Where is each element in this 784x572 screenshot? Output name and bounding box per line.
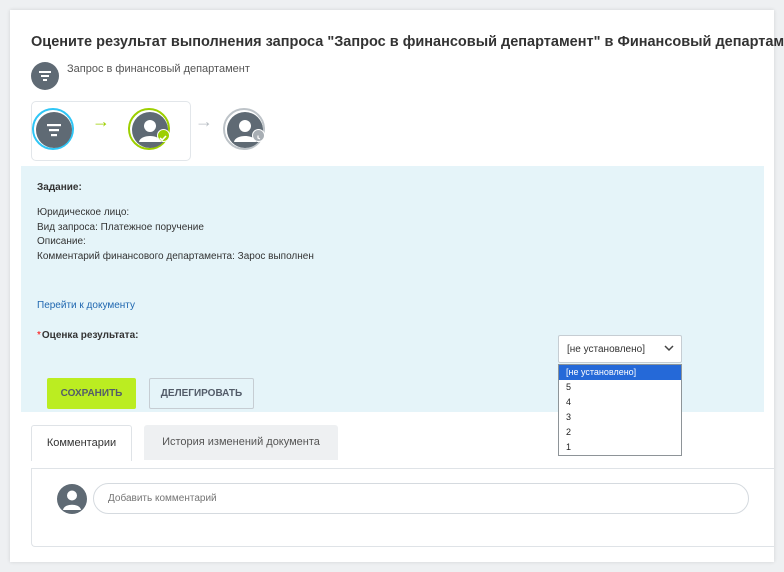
go-to-document-link[interactable]: Перейти к документу: [37, 300, 135, 311]
clock-icon: [252, 129, 265, 142]
task-line: Юридическое лицо:: [37, 207, 130, 218]
rating-option[interactable]: 2: [559, 425, 681, 440]
rating-option[interactable]: 4: [559, 395, 681, 410]
rating-option[interactable]: [не установлено]: [559, 365, 681, 380]
rating-dropdown-list: [не установлено] 5 4 3 2 1: [558, 364, 682, 456]
check-icon: [157, 129, 170, 142]
rating-select-value: [не установлено]: [567, 344, 645, 355]
task-line: Вид запроса: Платежное поручение: [37, 221, 204, 233]
rating-label: *Оценка результата:: [37, 330, 138, 341]
rating-option[interactable]: 3: [559, 410, 681, 425]
arrow-right-icon: →: [92, 111, 110, 131]
task-heading: Задание:: [37, 182, 82, 193]
save-button[interactable]: СОХРАНИТЬ: [47, 378, 136, 409]
avatar: [57, 484, 87, 514]
rating-option[interactable]: 5: [559, 380, 681, 395]
delegate-button[interactable]: ДЕЛЕГИРОВАТЬ: [149, 378, 254, 409]
filter-icon: [31, 62, 59, 90]
route-step-start: [32, 108, 74, 150]
rating-select[interactable]: [не установлено]: [558, 335, 682, 363]
required-mark: *: [37, 330, 41, 341]
tab-comments[interactable]: Комментарии: [31, 425, 132, 461]
task-details: Юридическое лицо: Вид запроса: Платежное…: [37, 206, 314, 264]
task-line: Комментарий финансового департамента: За…: [37, 250, 314, 262]
rating-option[interactable]: 1: [559, 440, 681, 455]
process-subtitle: Запрос в финансовый департамент: [67, 63, 250, 75]
task-line: Описание:: [37, 236, 86, 247]
rating-label-text: Оценка результата:: [41, 330, 139, 341]
user-icon: [63, 490, 81, 510]
page-title: Оцените результат выполнения запроса "За…: [31, 34, 784, 50]
arrow-right-icon: →: [195, 111, 213, 131]
tab-document-history[interactable]: История изменений документа: [144, 425, 338, 460]
comment-input[interactable]: [93, 483, 749, 514]
filter-icon: [36, 112, 72, 148]
chevron-down-icon: [664, 345, 674, 352]
